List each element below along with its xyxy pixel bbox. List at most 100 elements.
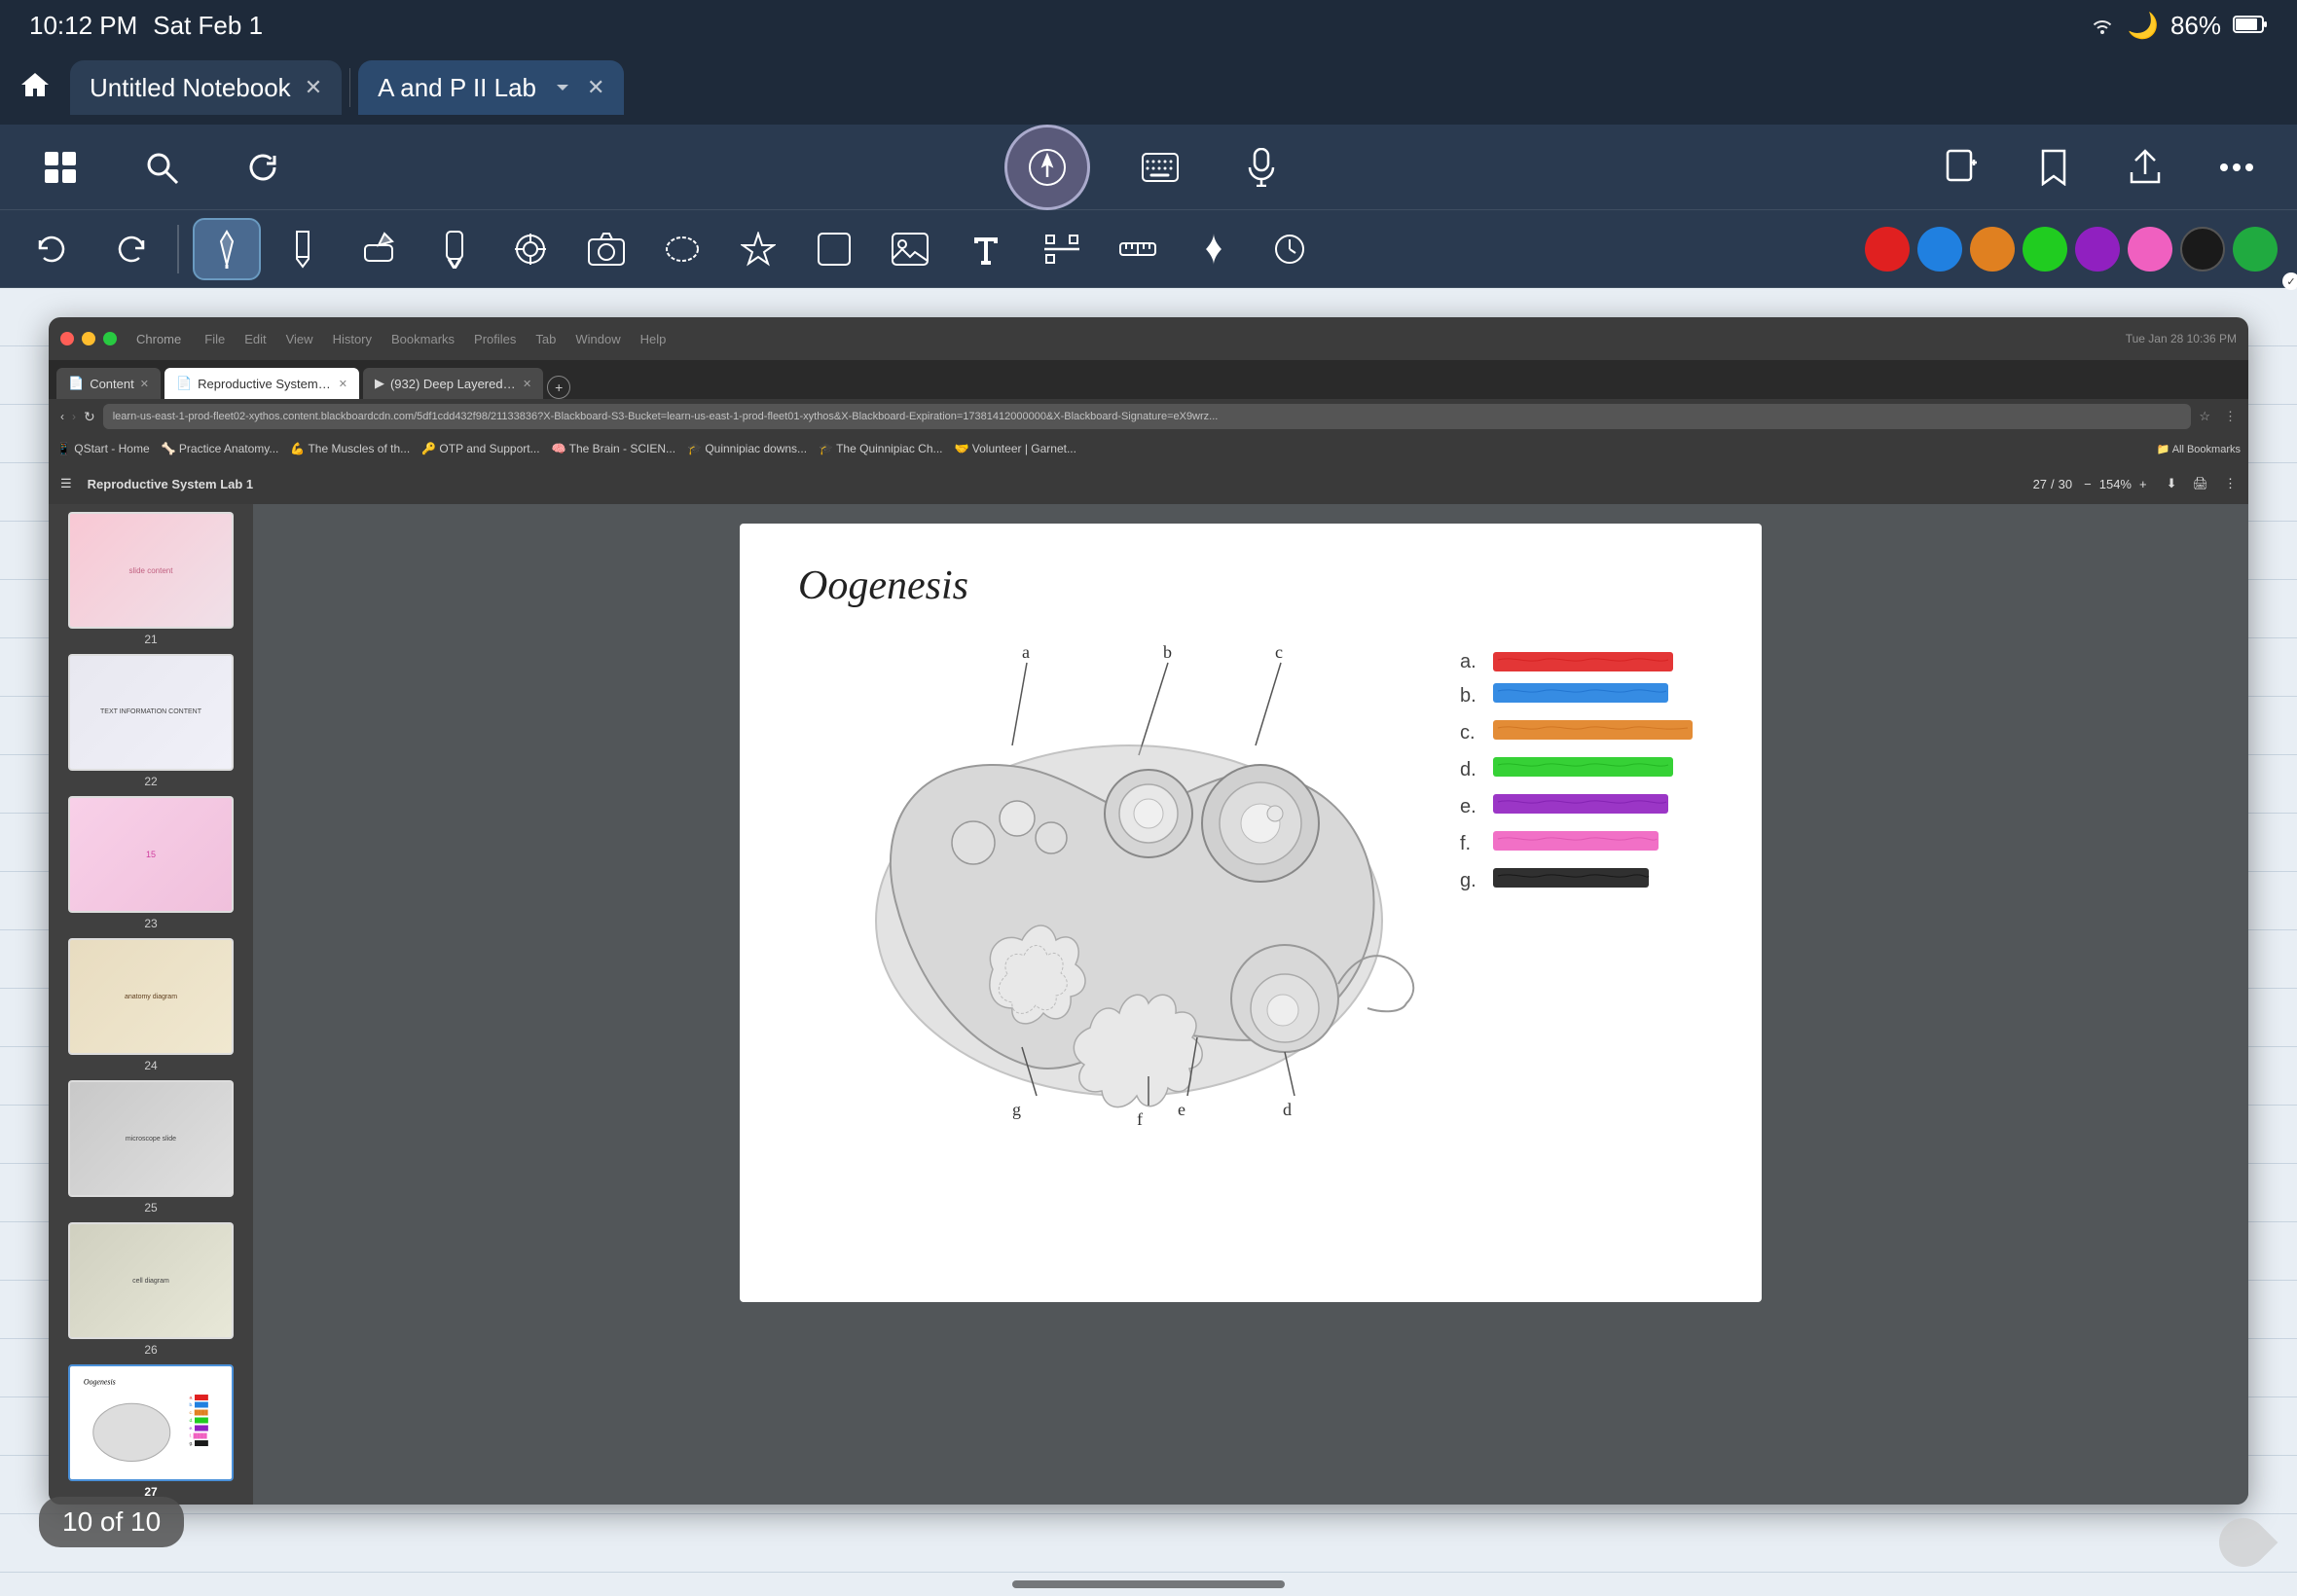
toolbar-row2: ✓ bbox=[0, 210, 2297, 288]
zoom-plus[interactable]: + bbox=[2139, 477, 2147, 491]
image-button[interactable] bbox=[876, 218, 944, 280]
text-button[interactable] bbox=[952, 218, 1020, 280]
reload-btn[interactable]: ↻ bbox=[84, 409, 95, 425]
legend-e: e. bbox=[1460, 790, 1697, 823]
browser-menu-profiles[interactable]: Profiles bbox=[474, 332, 516, 346]
legend-bar-d bbox=[1493, 753, 1678, 786]
pdf-thumb-26[interactable]: cell diagram 26 bbox=[68, 1222, 234, 1357]
bmark-qstart[interactable]: 📱 QStart - Home bbox=[56, 442, 150, 455]
new-tab-button[interactable]: + bbox=[547, 376, 570, 399]
bmark-muscles[interactable]: 💪 The Muscles of th... bbox=[290, 442, 410, 455]
tab-close-icon[interactable]: ✕ bbox=[305, 75, 322, 100]
forward-btn[interactable]: › bbox=[72, 410, 76, 423]
address-more[interactable]: ⋮ bbox=[2224, 409, 2237, 424]
more-button[interactable] bbox=[2206, 136, 2268, 199]
browser-menu-help[interactable]: Help bbox=[640, 332, 667, 346]
browser-tab-content[interactable]: 📄 Content ✕ bbox=[56, 368, 161, 399]
bookmark-star[interactable]: ☆ bbox=[2199, 409, 2210, 424]
pdf-thumb-25[interactable]: microscope slide 25 bbox=[68, 1080, 234, 1215]
divider1 bbox=[177, 225, 179, 273]
pdf-print[interactable]: 🖨 bbox=[2192, 476, 2208, 491]
keyboard-button[interactable] bbox=[1129, 136, 1191, 199]
pen-tool-center[interactable] bbox=[1004, 125, 1090, 210]
bmark-volunteer[interactable]: 🤝 Volunteer | Garnet... bbox=[955, 442, 1076, 455]
browser-menu-window[interactable]: Window bbox=[575, 332, 620, 346]
browser-menu-bookmarks[interactable]: Bookmarks bbox=[391, 332, 455, 346]
sparkle-button[interactable] bbox=[1180, 218, 1248, 280]
pdf-menu-icon[interactable]: ☰ bbox=[60, 476, 72, 491]
browser-app-name: Chrome bbox=[136, 332, 181, 346]
url-text: learn-us-east-1-prod-fleet02-xythos.cont… bbox=[113, 411, 1219, 422]
home-indicator[interactable] bbox=[1012, 1580, 1285, 1588]
highlighter-button[interactable] bbox=[420, 218, 489, 280]
color-orange[interactable] bbox=[1970, 227, 2015, 272]
color-dark-green[interactable] bbox=[2233, 227, 2278, 272]
tab-2-close-icon[interactable]: ✕ bbox=[587, 75, 604, 100]
traffic-light-yellow[interactable] bbox=[82, 332, 95, 345]
browser-menu-file[interactable]: File bbox=[204, 332, 225, 346]
pdf-thumb-22[interactable]: TEXT INFORMATION CONTENT 22 bbox=[68, 654, 234, 788]
bmark-quinnipiac2[interactable]: 🎓 The Quinnipiac Ch... bbox=[819, 442, 942, 455]
traffic-light-red[interactable] bbox=[60, 332, 74, 345]
clock-button[interactable] bbox=[1256, 218, 1324, 280]
bmark-quinnipiac1[interactable]: 🎓 Quinnipiac downs... bbox=[687, 442, 807, 455]
bmark-otp[interactable]: 🔑 OTP and Support... bbox=[421, 442, 539, 455]
pdf-more[interactable]: ⋮ bbox=[2224, 476, 2237, 491]
target-button[interactable] bbox=[496, 218, 565, 280]
pdf-download[interactable]: ⬇ bbox=[2167, 476, 2177, 491]
pdf-sidebar[interactable]: slide content 21 TEXT INFORMATION CONTEN… bbox=[49, 504, 253, 1505]
pdf-page-nav: 27 / 30 − 154% + bbox=[2033, 477, 2147, 491]
undo-button[interactable] bbox=[19, 218, 88, 280]
lasso-button[interactable] bbox=[648, 218, 716, 280]
dropdown-icon bbox=[552, 77, 573, 98]
refresh-button[interactable] bbox=[232, 136, 294, 199]
color-pink[interactable] bbox=[2128, 227, 2172, 272]
pdf-thumb-24[interactable]: anatomy diagram 24 bbox=[68, 938, 234, 1072]
back-btn[interactable]: ‹ bbox=[60, 410, 64, 423]
btab-close2[interactable]: ✕ bbox=[339, 378, 347, 390]
scan-button[interactable] bbox=[1028, 218, 1096, 280]
tab-a-and-p[interactable]: A and P II Lab ✕ bbox=[358, 60, 624, 115]
browser-menu-edit[interactable]: Edit bbox=[244, 332, 266, 346]
browser-tab-repro[interactable]: 📄 Reproductive System Lab 1 ✕ bbox=[164, 368, 359, 399]
color-red[interactable] bbox=[1865, 227, 1910, 272]
pen-tool-button[interactable] bbox=[193, 218, 261, 280]
color-green[interactable] bbox=[2023, 227, 2067, 272]
redo-button[interactable] bbox=[95, 218, 164, 280]
bookmark-button[interactable] bbox=[2023, 136, 2085, 199]
pdf-page-area[interactable]: Oogenesis a b c bbox=[253, 504, 2248, 1505]
url-bar[interactable]: learn-us-east-1-prod-fleet02-xythos.cont… bbox=[103, 404, 2192, 429]
browser-clock: Tue Jan 28 10:36 PM bbox=[2126, 332, 2237, 345]
ruler-button[interactable] bbox=[1104, 218, 1172, 280]
browser-menu-tab[interactable]: Tab bbox=[535, 332, 556, 346]
zoom-minus[interactable]: − bbox=[2084, 477, 2092, 491]
microphone-button[interactable] bbox=[1230, 136, 1293, 199]
bmark-all[interactable]: 📁 All Bookmarks bbox=[2157, 443, 2241, 455]
share-button[interactable] bbox=[2114, 136, 2176, 199]
pdf-thumb-21[interactable]: slide content 21 bbox=[68, 512, 234, 646]
camera-button[interactable] bbox=[572, 218, 640, 280]
color-blue[interactable] bbox=[1917, 227, 1962, 272]
browser-menu-view[interactable]: View bbox=[286, 332, 313, 346]
shape-button[interactable] bbox=[800, 218, 868, 280]
grid-button[interactable] bbox=[29, 136, 91, 199]
btab-icon2: 📄 bbox=[176, 376, 192, 391]
color-black[interactable]: ✓ bbox=[2180, 227, 2225, 272]
bmark-brain[interactable]: 🧠 The Brain - SCIEN... bbox=[552, 442, 675, 455]
pdf-thumb-23[interactable]: 15 23 bbox=[68, 796, 234, 930]
browser-menu-history[interactable]: History bbox=[333, 332, 372, 346]
add-page-button[interactable] bbox=[1931, 136, 1993, 199]
btab-close3[interactable]: ✕ bbox=[523, 378, 531, 390]
pencil-button[interactable] bbox=[269, 218, 337, 280]
browser-tab-video[interactable]: ▶ (932) Deep Layered Bro... ✕ bbox=[363, 368, 543, 399]
search-button[interactable] bbox=[130, 136, 193, 199]
bmark-anatomy[interactable]: 🦴 Practice Anatomy... bbox=[162, 442, 279, 455]
btab-close1[interactable]: ✕ bbox=[140, 378, 149, 390]
pdf-thumb-27[interactable]: Oogenesis a. ████ b. ████ c. ████ d. ███… bbox=[68, 1364, 234, 1499]
eraser-button[interactable] bbox=[345, 218, 413, 280]
color-purple[interactable] bbox=[2075, 227, 2120, 272]
traffic-light-green[interactable] bbox=[103, 332, 117, 345]
star-button[interactable] bbox=[724, 218, 792, 280]
home-button[interactable] bbox=[19, 71, 51, 105]
tab-untitled-notebook[interactable]: Untitled Notebook ✕ bbox=[70, 60, 342, 115]
